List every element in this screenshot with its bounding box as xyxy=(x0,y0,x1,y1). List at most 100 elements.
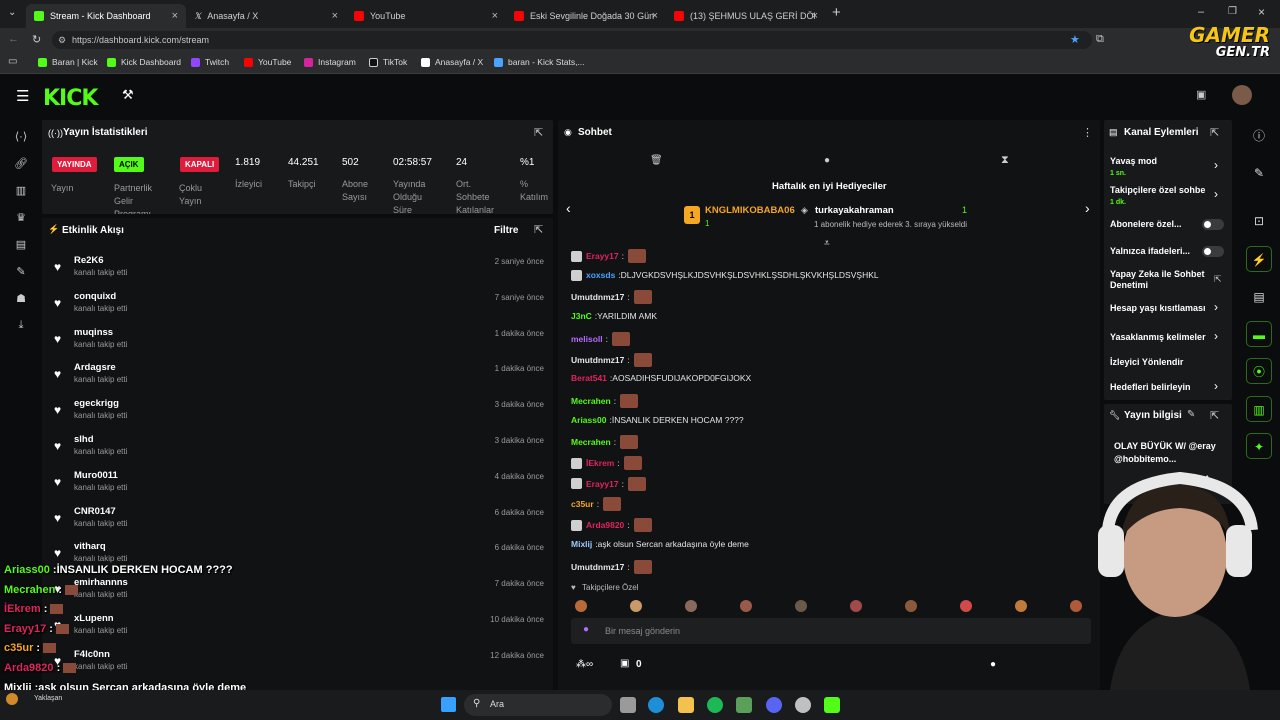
chat-username[interactable]: Mecrahen xyxy=(571,396,611,406)
site-info-icon[interactable]: ⚙ xyxy=(58,31,66,49)
broadcast-icon[interactable]: ⦿ xyxy=(1246,358,1272,384)
chat-username[interactable]: Arda9820 xyxy=(586,520,624,530)
expand-icon[interactable]: ⇱ xyxy=(534,223,543,236)
bookmark-baran-kick[interactable]: Baran | Kick xyxy=(38,57,98,67)
expand-icon[interactable]: ⇱ xyxy=(1210,126,1219,139)
trash-icon[interactable]: 🗑︎ xyxy=(650,155,663,166)
feed-item[interactable]: ♥ Ardagsre kanalı takip etti 1 dakika önce xyxy=(52,362,547,396)
followers-chat-item[interactable]: Takipçilere özel sohbe 1 dk. xyxy=(1110,185,1205,208)
slow-mode-item[interactable]: Yavaş mod 1 sn. xyxy=(1110,156,1157,179)
avatar[interactable] xyxy=(1232,85,1252,105)
chat-message[interactable]: Mixlij: aşk olsun Sercan arkadaşına öyle… xyxy=(571,539,749,549)
analytics-icon[interactable]: ▥ xyxy=(14,184,28,198)
chat-username[interactable]: xoxsds xyxy=(586,270,615,280)
emotes-only-toggle[interactable] xyxy=(1202,246,1224,257)
chat-message[interactable]: melisoll: xyxy=(571,331,631,346)
trophy-icon[interactable]: ♛ xyxy=(14,211,28,225)
tab-youtube[interactable]: YouTube × xyxy=(346,4,506,28)
new-tab-button[interactable]: + xyxy=(832,4,841,21)
maximize-button[interactable]: ❐ xyxy=(1228,6,1237,17)
hourglass-icon[interactable]: ⧗ xyxy=(1001,154,1009,167)
windows-start-icon[interactable] xyxy=(441,697,456,712)
filter-button[interactable]: Filtre xyxy=(494,225,518,236)
chat-message[interactable]: Umutdnmz17: xyxy=(571,559,652,574)
chat-username[interactable]: Umutdnmz17 xyxy=(571,292,624,302)
kick-app-icon[interactable] xyxy=(824,697,840,713)
file-explorer-icon[interactable] xyxy=(678,697,694,713)
popout-icon[interactable]: ▣ xyxy=(1196,88,1206,101)
hamburger-menu-icon[interactable]: ☰ xyxy=(16,87,29,105)
bookmark-x[interactable]: Anasayfa / X xyxy=(421,57,483,67)
expand-icon[interactable]: ⇱ xyxy=(534,126,543,139)
window-close-button[interactable]: × xyxy=(1258,5,1265,19)
taskbar-search[interactable]: ⚲ Ara xyxy=(464,694,612,716)
send-icon[interactable]: ● xyxy=(990,659,996,670)
chat-username[interactable]: melisoll xyxy=(571,334,603,344)
extensions-icon[interactable]: ⧉ xyxy=(1096,33,1104,46)
edit-icon[interactable]: ✎ xyxy=(1246,160,1272,186)
subs-only-toggle[interactable] xyxy=(1202,219,1224,230)
chat-message[interactable]: İEkrem: xyxy=(571,456,642,470)
gift-box-icon[interactable]: ▣ xyxy=(620,658,629,669)
emote-icon[interactable] xyxy=(685,600,697,612)
points-icon[interactable]: ⁂∞ xyxy=(576,659,593,670)
account-age-item[interactable]: Hesap yaşı kısıtlaması xyxy=(1110,303,1206,314)
external-link-icon[interactable]: ⇱ xyxy=(1214,274,1222,285)
reload-icon[interactable]: ↻ xyxy=(32,33,41,46)
flash-icon[interactable]: ⚡ xyxy=(1246,246,1272,272)
chevron-left-icon[interactable]: ‹ xyxy=(566,200,571,216)
chat-username[interactable]: Mixlij xyxy=(571,539,592,549)
edit-icon[interactable]: ✎ xyxy=(1187,409,1195,420)
url-field[interactable]: ⚙ https://dashboard.kick.com/stream xyxy=(52,31,1092,49)
redirect-item[interactable]: İzleyici Yönlendir xyxy=(1110,357,1183,368)
feed-item[interactable]: ♥ Re2K6 kanalı takip etti 2 saniye önce xyxy=(52,255,547,289)
chat-message[interactable]: Erayy17: xyxy=(571,249,646,263)
tab-kick-dashboard[interactable]: Stream - Kick Dashboard × xyxy=(26,4,186,28)
target-icon[interactable]: ⊡ xyxy=(1246,208,1272,234)
tab-list-icon[interactable]: ⌄ xyxy=(8,7,16,18)
emote-icon[interactable] xyxy=(795,600,807,612)
layers-icon[interactable]: ▥ xyxy=(1246,396,1272,422)
chevron-right-icon[interactable]: › xyxy=(1214,329,1218,343)
task-view-icon[interactable] xyxy=(620,697,636,713)
goals-item[interactable]: Hedefleri belirleyin xyxy=(1110,382,1191,393)
app-icon[interactable] xyxy=(736,697,752,713)
bookmark-youtube[interactable]: YouTube xyxy=(244,57,291,67)
chat-username[interactable]: İEkrem xyxy=(586,458,614,468)
subs-only-item[interactable]: Abonelere özel... xyxy=(1110,219,1182,230)
bookmark-instagram[interactable]: Instagram xyxy=(304,57,356,67)
kick-logo[interactable]: KICK xyxy=(43,86,98,111)
bookmark-kick-stats[interactable]: baran - Kick Stats,... xyxy=(494,57,585,67)
discord-icon[interactable] xyxy=(766,697,782,713)
feed-item[interactable]: ♥ F4lc0nn kanalı takip etti 12 dakika önce xyxy=(52,649,547,683)
kebab-menu-icon[interactable]: ⋮ xyxy=(1082,126,1093,139)
bookmark-tiktok[interactable]: TikTok xyxy=(369,57,407,67)
chat-username[interactable]: Erayy17 xyxy=(586,479,619,489)
upload-icon[interactable]: ⤓ xyxy=(14,319,28,333)
mic-icon[interactable]: ● xyxy=(583,624,589,635)
ai-mod-item[interactable]: Yapay Zeka ile Sohbet Denetimi xyxy=(1110,269,1205,291)
chat-bubble-icon[interactable]: ● xyxy=(824,155,830,166)
back-icon[interactable]: ← xyxy=(8,33,19,45)
document-icon[interactable]: ▤ xyxy=(1246,284,1272,310)
banned-words-item[interactable]: Yasaklanmış kelimeler xyxy=(1110,332,1206,343)
emote-icon[interactable] xyxy=(630,600,642,612)
link-icon[interactable]: 🔗︎ xyxy=(14,157,28,171)
close-icon[interactable]: × xyxy=(812,10,818,22)
chat-message[interactable]: Berat541: AOSADIHSFUDIJAKOPD0FGIJOKX xyxy=(571,373,751,383)
stream-icon[interactable]: ⟨·⟩ xyxy=(14,130,28,144)
chat-username[interactable]: c35ur xyxy=(571,499,594,509)
emote-icon[interactable] xyxy=(575,600,587,612)
feed-item[interactable]: ♥ emirhannns kanalı takip etti 7 dakika önc… xyxy=(52,577,547,611)
chevron-right-icon[interactable]: › xyxy=(1214,187,1218,201)
edge-icon[interactable] xyxy=(648,697,664,713)
feed-item[interactable]: ♥ slhd kanalı takip etti 3 dakika önce xyxy=(52,434,547,468)
feed-item[interactable]: ♥ Muro0011 kanalı takip etti 4 dakika önce xyxy=(52,470,547,504)
close-icon[interactable]: × xyxy=(492,10,498,22)
chat-username[interactable]: J3nC xyxy=(571,311,592,321)
chevron-right-icon[interactable]: › xyxy=(1214,379,1218,393)
chevron-right-icon[interactable]: › xyxy=(1214,158,1218,172)
close-icon[interactable]: × xyxy=(172,10,178,22)
chat-username[interactable]: Umutdnmz17 xyxy=(571,355,624,365)
tab-youtube-video-1[interactable]: Eski Sevgilinle Doğada 30 Gün Ha × xyxy=(506,4,666,28)
